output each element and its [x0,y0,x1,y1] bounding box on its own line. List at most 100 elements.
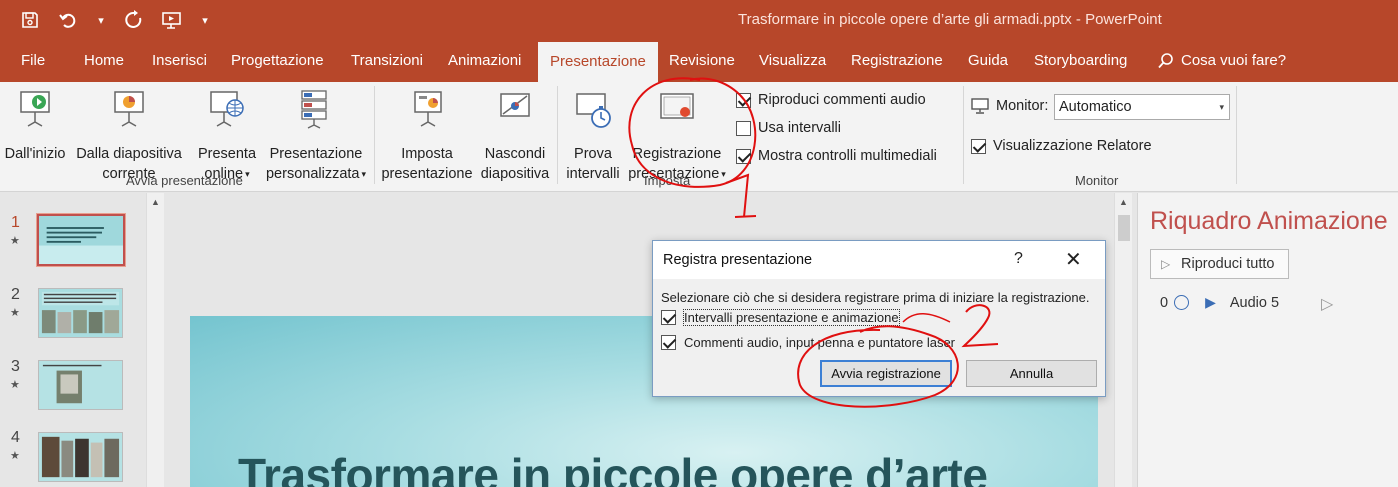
checkbox-checked-icon [736,148,751,164]
tab-file[interactable]: File [21,40,45,82]
record-slideshow-button[interactable]: Registrazione presentazione ▾ [626,88,728,184]
slide-thumbnail-2[interactable] [38,288,123,338]
custom-show-icon [301,90,327,129]
play-icon: ▷ [1161,257,1171,271]
present-online-label-1: Presenta [197,146,257,162]
group-separator [557,86,558,184]
checkbox-checked-icon [661,335,676,350]
tab-animazioni[interactable]: Animazioni [448,40,521,82]
tab-storyboarding[interactable]: Storyboarding [1034,40,1127,82]
hide-slide-button[interactable]: Nascondi diapositiva [478,88,552,184]
scroll-up-icon[interactable]: ▲ [151,197,160,207]
from-current-label-1: Dalla diapositiva [76,146,182,162]
tab-transizioni[interactable]: Transizioni [351,40,423,82]
group-separator [374,86,375,184]
thumbnail-number: 3 [11,358,20,375]
setup-show-icon [414,91,442,127]
play-all-button[interactable]: ▷ Riproduci tutto [1150,249,1289,279]
hide-slide-label-2: diapositiva [480,166,550,182]
save-icon[interactable] [18,8,42,32]
tell-me-label: Cosa vuoi fare? [1181,52,1287,69]
customize-qat-icon[interactable]: ▾ [198,8,212,32]
help-button[interactable]: ? [1014,250,1023,268]
ribbon-tabs: File Home Inserisci Progettazione Transi… [0,40,1398,82]
rehearse-timings-label-2: intervalli [566,166,620,182]
tab-guida[interactable]: Guida [968,40,1008,82]
narrations-checkbox-label: Commenti audio, input penna e puntatore … [684,335,956,350]
group-label-avvia: Avvia presentazione [126,173,243,188]
tab-home[interactable]: Home [84,40,124,82]
hide-slide-icon [500,93,530,117]
checkbox-checked-icon [736,92,751,108]
play-all-label: Riproduci tutto [1181,256,1275,272]
tab-visualizza[interactable]: Visualizza [759,40,826,82]
animation-star-icon: ★ [10,450,20,462]
scroll-thumb[interactable] [1118,215,1130,241]
scroll-up-icon[interactable]: ▲ [1119,197,1128,207]
record-slideshow-icon [660,93,694,119]
cancel-button[interactable]: Annulla [966,360,1097,387]
monitor-select[interactable]: Automatico ▾ [1054,94,1230,120]
narrations-checkbox[interactable]: Commenti audio, input penna e puntatore … [661,335,955,350]
custom-show-button[interactable]: Presentazione personalizzata ▾ [262,88,370,184]
checkbox-unchecked-icon [736,120,751,136]
monitor-select-value: Automatico [1059,99,1132,115]
tab-inserisci[interactable]: Inserisci [152,40,207,82]
thumbnail-scrollbar[interactable]: ▲ [146,193,164,487]
animation-star-icon: ★ [10,307,20,319]
from-current-icon [114,91,144,127]
slide-thumbnail-3[interactable] [38,360,123,410]
close-icon[interactable]: ✕ [1065,247,1082,272]
slide-scrollbar[interactable]: ▲ [1114,193,1132,487]
from-current-button[interactable]: Dalla diapositiva corrente [72,88,186,184]
presenter-view-checkbox[interactable]: Visualizzazione Relatore [971,138,1152,154]
tell-me-box[interactable]: Cosa vuoi fare? [1157,40,1286,82]
start-recording-button[interactable]: Avvia registrazione [820,360,952,387]
animation-star-icon: ★ [10,235,20,247]
animation-item-label: Audio 5 [1229,294,1280,311]
show-media-controls-checkbox[interactable]: Mostra controlli multimediali [736,148,937,164]
present-online-button[interactable]: Presenta online ▾ [194,88,260,184]
start-from-beginning-icon[interactable] [160,8,184,32]
tab-presentazione[interactable]: Presentazione [538,42,658,82]
title-bar: ▾ ▾ Trasformare in piccole opere d’arte … [0,0,1398,40]
timings-checkbox[interactable]: Intervalli presentazione e animazione [661,309,900,326]
from-beginning-icon [20,91,50,127]
dialog-title: Registra presentazione [663,252,813,268]
record-slideshow-dialog: Registra presentazione ? ✕ Selezionare c… [652,240,1106,397]
thumbnail-number: 4 [11,429,20,446]
dialog-description: Selezionare ciò che si desidera registra… [661,290,1090,305]
animation-item[interactable]: 0 ▶ Audio 5 [1160,294,1279,311]
tab-revisione[interactable]: Revisione [669,40,735,82]
undo-icon[interactable] [56,8,80,32]
hide-slide-label-1: Nascondi [484,146,546,162]
undo-dropdown-icon[interactable]: ▾ [94,8,108,32]
window-title: Trasformare in piccole opere d’arte gli … [738,11,1162,28]
tab-progettazione[interactable]: Progettazione [231,40,324,82]
setup-show-button[interactable]: Imposta presentazione [378,88,476,184]
clock-icon [1174,295,1190,310]
slide-title-text[interactable]: Trasformare in piccole opere d’arte [238,448,988,487]
group-label-imposta: Imposta [644,173,691,188]
slide-thumbnail-1[interactable] [36,213,126,267]
play-narrations-checkbox[interactable]: Riproduci commenti audio [736,92,926,108]
use-timings-label: Usa intervalli [758,120,841,136]
animation-pane-title: Riquadro Animazione [1150,207,1388,235]
tab-registrazione[interactable]: Registrazione [851,40,943,82]
redo-icon[interactable] [122,8,146,32]
custom-show-label-1: Presentazione [269,146,363,162]
animation-item-arrow-icon[interactable]: ▷ [1321,294,1333,314]
from-beginning-button[interactable]: Dall'inizio [0,88,70,164]
thumbnail-number: 2 [11,286,20,303]
group-separator [963,86,964,184]
rehearse-timings-label-1: Prova [574,146,612,162]
rehearse-timings-button[interactable]: Prova intervalli [562,88,624,184]
use-timings-checkbox[interactable]: Usa intervalli [736,120,841,136]
dropdown-arrow-icon: ▾ [245,169,250,179]
monitor-label-row: Monitor: [971,98,1048,114]
slide-thumbnail-4[interactable] [38,432,123,482]
quick-access-toolbar: ▾ ▾ [18,8,212,32]
monitor-icon [971,98,989,114]
group-label-monitor: Monitor [1075,173,1119,188]
slide-thumbnail-pane: 1 ★ 2 ★ 3 ★ 4 ★ [0,193,146,487]
